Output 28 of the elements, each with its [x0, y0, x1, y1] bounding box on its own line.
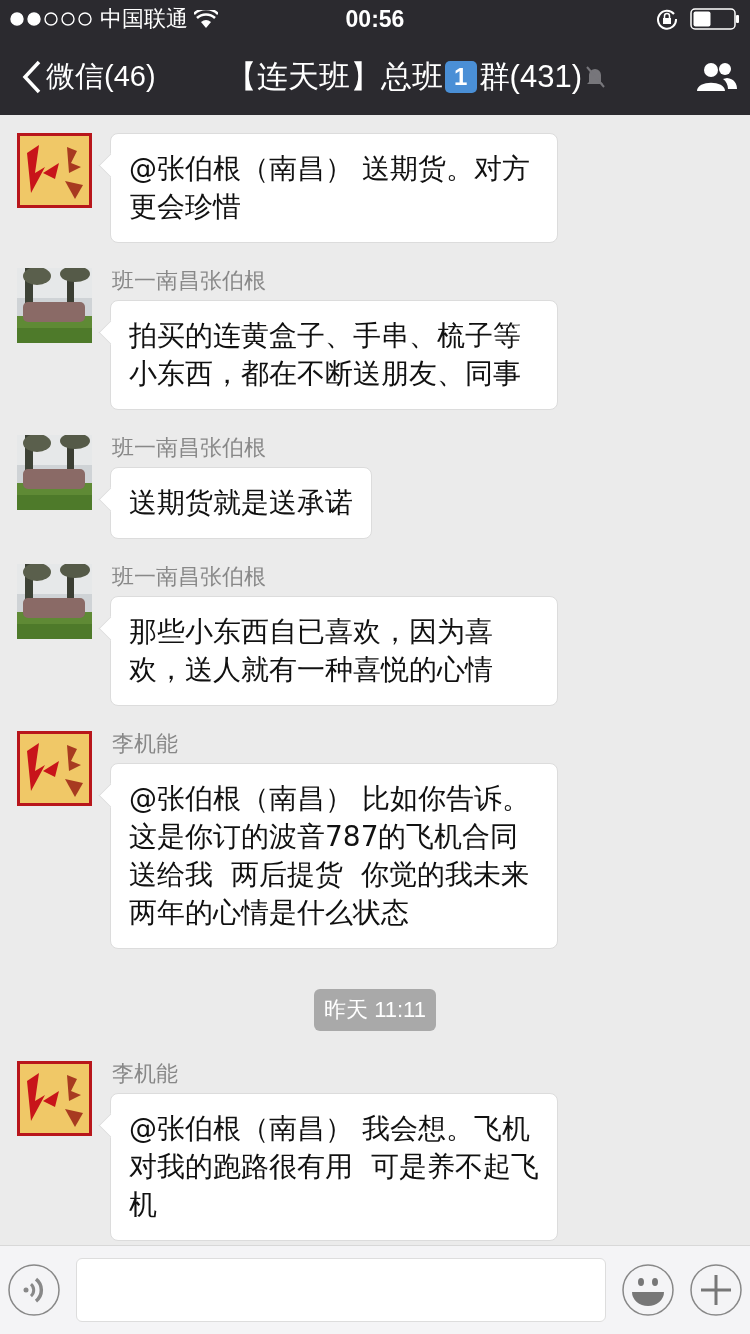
group-members-icon[interactable]	[696, 60, 738, 93]
wifi-icon	[194, 10, 218, 28]
sender-name: 班一南昌张伯根	[112, 564, 266, 590]
carrier-name: 中国联通	[100, 5, 188, 33]
emoji-icon[interactable]	[622, 1264, 674, 1316]
chevron-left-icon	[22, 59, 42, 94]
chat-title: 群(431)	[478, 57, 582, 96]
chat-title: 【连天班】总班	[225, 57, 443, 96]
voice-input-icon[interactable]	[8, 1264, 60, 1316]
signal-icon	[10, 12, 94, 26]
message-bubble: @张伯根（南昌） 比如你告诉。这是你订的波音787的飞机合同送给我 两后提货 你觉的我未来两年的心情是什么状态	[110, 763, 558, 949]
message-bubble: @张伯根（南昌） 我会想。飞机对我的跑路很有用 可是养不起飞机	[110, 1093, 558, 1241]
sender-name: 李机能	[112, 1061, 178, 1087]
message-bubble: 拍买的连黄盒子、手串、梳子等小东西，都在不断送朋友、同事	[110, 300, 558, 410]
message-bubble: 送期货就是送承诺	[110, 467, 372, 539]
plus-icon[interactable]	[690, 1264, 742, 1316]
sender-name: 班一南昌张伯根	[112, 268, 266, 294]
clock-time: 00:56	[345, 5, 405, 33]
number-keycap: 1	[444, 60, 477, 93]
sender-name: 班一南昌张伯根	[112, 435, 266, 461]
message-bubble: @张伯根（南昌） 送期货。对方更会珍惜	[110, 133, 558, 243]
battery-icon	[690, 8, 740, 30]
back-button[interactable]: 微信(46)	[22, 56, 156, 97]
timestamp-label: 昨天 11:11	[314, 989, 436, 1031]
sender-name: 李机能	[112, 731, 178, 757]
rotation-lock-icon	[656, 8, 678, 30]
message-input-field[interactable]	[76, 1258, 606, 1322]
message-bubble: 那些小东西自已喜欢，因为喜欢，送人就有一种喜悦的心情	[110, 596, 558, 706]
